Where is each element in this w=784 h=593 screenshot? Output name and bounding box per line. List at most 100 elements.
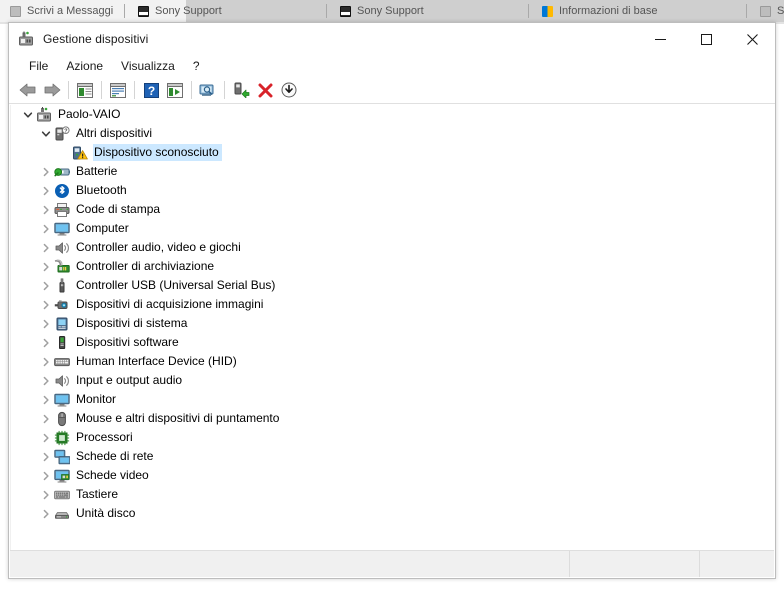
tree-node-schede-video[interactable]: Schede video: [11, 466, 774, 485]
tree-node-label: Monitor: [76, 392, 117, 406]
tree-node-label: Batterie: [76, 164, 118, 178]
chevron-right-icon[interactable]: [38, 466, 54, 485]
toolbar-scan-hardware[interactable]: [163, 79, 187, 101]
tree-node-batterie[interactable]: Batterie: [11, 162, 774, 181]
tree-node-label: Bluetooth: [76, 183, 127, 197]
tree-node-unita-disco[interactable]: Unità disco: [11, 504, 774, 523]
browser-tab-title: Informazioni di base: [559, 5, 658, 17]
tree-node-monitor[interactable]: Monitor: [11, 390, 774, 409]
tree-node-schede-di-rete[interactable]: Schede di rete: [11, 447, 774, 466]
tree-node-processori[interactable]: Processori: [11, 428, 774, 447]
chevron-right-icon[interactable]: [38, 333, 54, 352]
minimize-button[interactable]: [637, 23, 683, 55]
bluetooth-icon: [54, 183, 70, 199]
tree-node-label: Dispositivi di acquisizione immagini: [76, 297, 264, 311]
chevron-right-icon[interactable]: [38, 409, 54, 428]
tree-node-label: Controller USB (Universal Serial Bus): [76, 278, 276, 292]
chevron-right-icon[interactable]: [38, 295, 54, 314]
chevron-right-icon[interactable]: [38, 504, 54, 523]
microsoft-favicon: [542, 5, 553, 17]
toolbar-console-tree[interactable]: [73, 79, 97, 101]
chevron-right-icon[interactable]: [38, 200, 54, 219]
tree-node-label: Tastiere: [76, 487, 119, 501]
browser-tab[interactable]: Informazioni di base: [532, 0, 744, 22]
maximize-button[interactable]: [683, 23, 729, 55]
toolbar-separator: [101, 81, 102, 99]
menu-azione[interactable]: Azione: [57, 57, 112, 75]
toolbar-forward[interactable]: [40, 79, 64, 101]
tree-node-dispositivo-sconosciuto[interactable]: Dispositivo sconosciuto: [11, 143, 774, 162]
generic-favicon: [760, 5, 771, 17]
svg-text:?: ?: [64, 128, 68, 134]
window-titlebar[interactable]: Gestione dispositivi: [9, 23, 775, 55]
tree-node-altri-dispositivi[interactable]: ? Altri dispositivi: [11, 124, 774, 143]
toolbar-properties[interactable]: [106, 79, 130, 101]
camera-icon: [54, 297, 70, 313]
chevron-right-icon[interactable]: [38, 447, 54, 466]
tree-node-dispositivi-acquisizione-immagini[interactable]: Dispositivi di acquisizione immagini: [11, 295, 774, 314]
device-tree[interactable]: Paolo-VAIO? Altri dispositivi Dispositivo …: [10, 105, 774, 551]
disk-drive-icon: [54, 506, 70, 522]
tree-node-mouse-dispositivi-puntamento[interactable]: Mouse e altri dispositivi di puntamento: [11, 409, 774, 428]
tree-node-input-output-audio[interactable]: Input e output audio: [11, 371, 774, 390]
generic-favicon: [10, 5, 21, 17]
tree-node-code-di-stampa[interactable]: Code di stampa: [11, 200, 774, 219]
tree-node-paolo-vaio[interactable]: Paolo-VAIO: [11, 105, 774, 124]
close-button[interactable]: [729, 23, 775, 55]
menu-file[interactable]: File: [20, 57, 57, 75]
chevron-right-icon[interactable]: [38, 314, 54, 333]
toolbar: ?: [9, 77, 775, 103]
tree-node-controller-audio-video-giochi[interactable]: Controller audio, video e giochi: [11, 238, 774, 257]
tree-node-human-interface-device[interactable]: Human Interface Device (HID): [11, 352, 774, 371]
chevron-right-icon[interactable]: [38, 162, 54, 181]
device-manager-window: Gestione dispositivi File Azione Visuali…: [8, 22, 776, 579]
toolbar-enable-device[interactable]: [229, 79, 253, 101]
toolbar-bottom-divider: [9, 103, 775, 104]
chevron-right-icon[interactable]: [38, 276, 54, 295]
printer-icon: [54, 202, 70, 218]
chevron-right-icon[interactable]: [38, 371, 54, 390]
background-browser-tabstrip: Scrivi a Messaggi Sony Support Sony Suppor…: [0, 0, 784, 22]
chevron-down-icon[interactable]: [20, 105, 36, 124]
tree-node-label: Mouse e altri dispositivi di puntamento: [76, 411, 280, 425]
mouse-icon: [54, 411, 70, 427]
tree-node-controller-archiviazione[interactable]: Controller di archiviazione: [11, 257, 774, 276]
menu-visualizza[interactable]: Visualizza: [112, 57, 184, 75]
browser-tab[interactable]: Sony Support: [128, 0, 328, 22]
tree-node-dispositivi-software[interactable]: Dispositivi software: [11, 333, 774, 352]
chevron-right-icon[interactable]: [38, 219, 54, 238]
chevron-right-icon[interactable]: [38, 238, 54, 257]
chevron-right-icon[interactable]: [38, 181, 54, 200]
chevron-right-icon[interactable]: [38, 485, 54, 504]
tree-node-label: Unità disco: [76, 506, 136, 520]
chevron-right-icon[interactable]: [38, 428, 54, 447]
tree-node-label: Code di stampa: [76, 202, 161, 216]
tree-expander-placeholder: [56, 143, 72, 162]
browser-tab[interactable]: Sony Support: [330, 0, 530, 22]
chevron-right-icon[interactable]: [38, 352, 54, 371]
toolbar-back[interactable]: [16, 79, 40, 101]
speaker-icon: [54, 373, 70, 389]
device-manager-icon: [18, 31, 34, 47]
chevron-right-icon[interactable]: [38, 257, 54, 276]
tree-node-controller-usb[interactable]: Controller USB (Universal Serial Bus): [11, 276, 774, 295]
tree-node-bluetooth[interactable]: Bluetooth: [11, 181, 774, 200]
tree-node-label: Controller audio, video e giochi: [76, 240, 241, 254]
unknown-device-warning-icon: [72, 145, 88, 161]
statusbar-pane-2: [570, 551, 699, 577]
statusbar-text: [570, 558, 578, 570]
menu-help[interactable]: ?: [184, 57, 209, 75]
network-adapter-icon: [54, 449, 71, 465]
toolbar-download[interactable]: [277, 79, 301, 101]
browser-tab[interactable]: Sony: [750, 0, 784, 22]
tree-node-dispositivi-sistema[interactable]: Dispositivi di sistema: [11, 314, 774, 333]
tree-node-computer[interactable]: Computer: [11, 219, 774, 238]
toolbar-update-driver[interactable]: [196, 79, 220, 101]
chevron-right-icon[interactable]: [38, 390, 54, 409]
toolbar-uninstall-device[interactable]: [253, 79, 277, 101]
chevron-down-icon[interactable]: [38, 124, 54, 143]
tree-node-label: Schede di rete: [76, 449, 154, 463]
tree-node-tastiere[interactable]: Tastiere: [11, 485, 774, 504]
tree-node-label: Processori: [76, 430, 133, 444]
toolbar-help[interactable]: ?: [139, 79, 163, 101]
